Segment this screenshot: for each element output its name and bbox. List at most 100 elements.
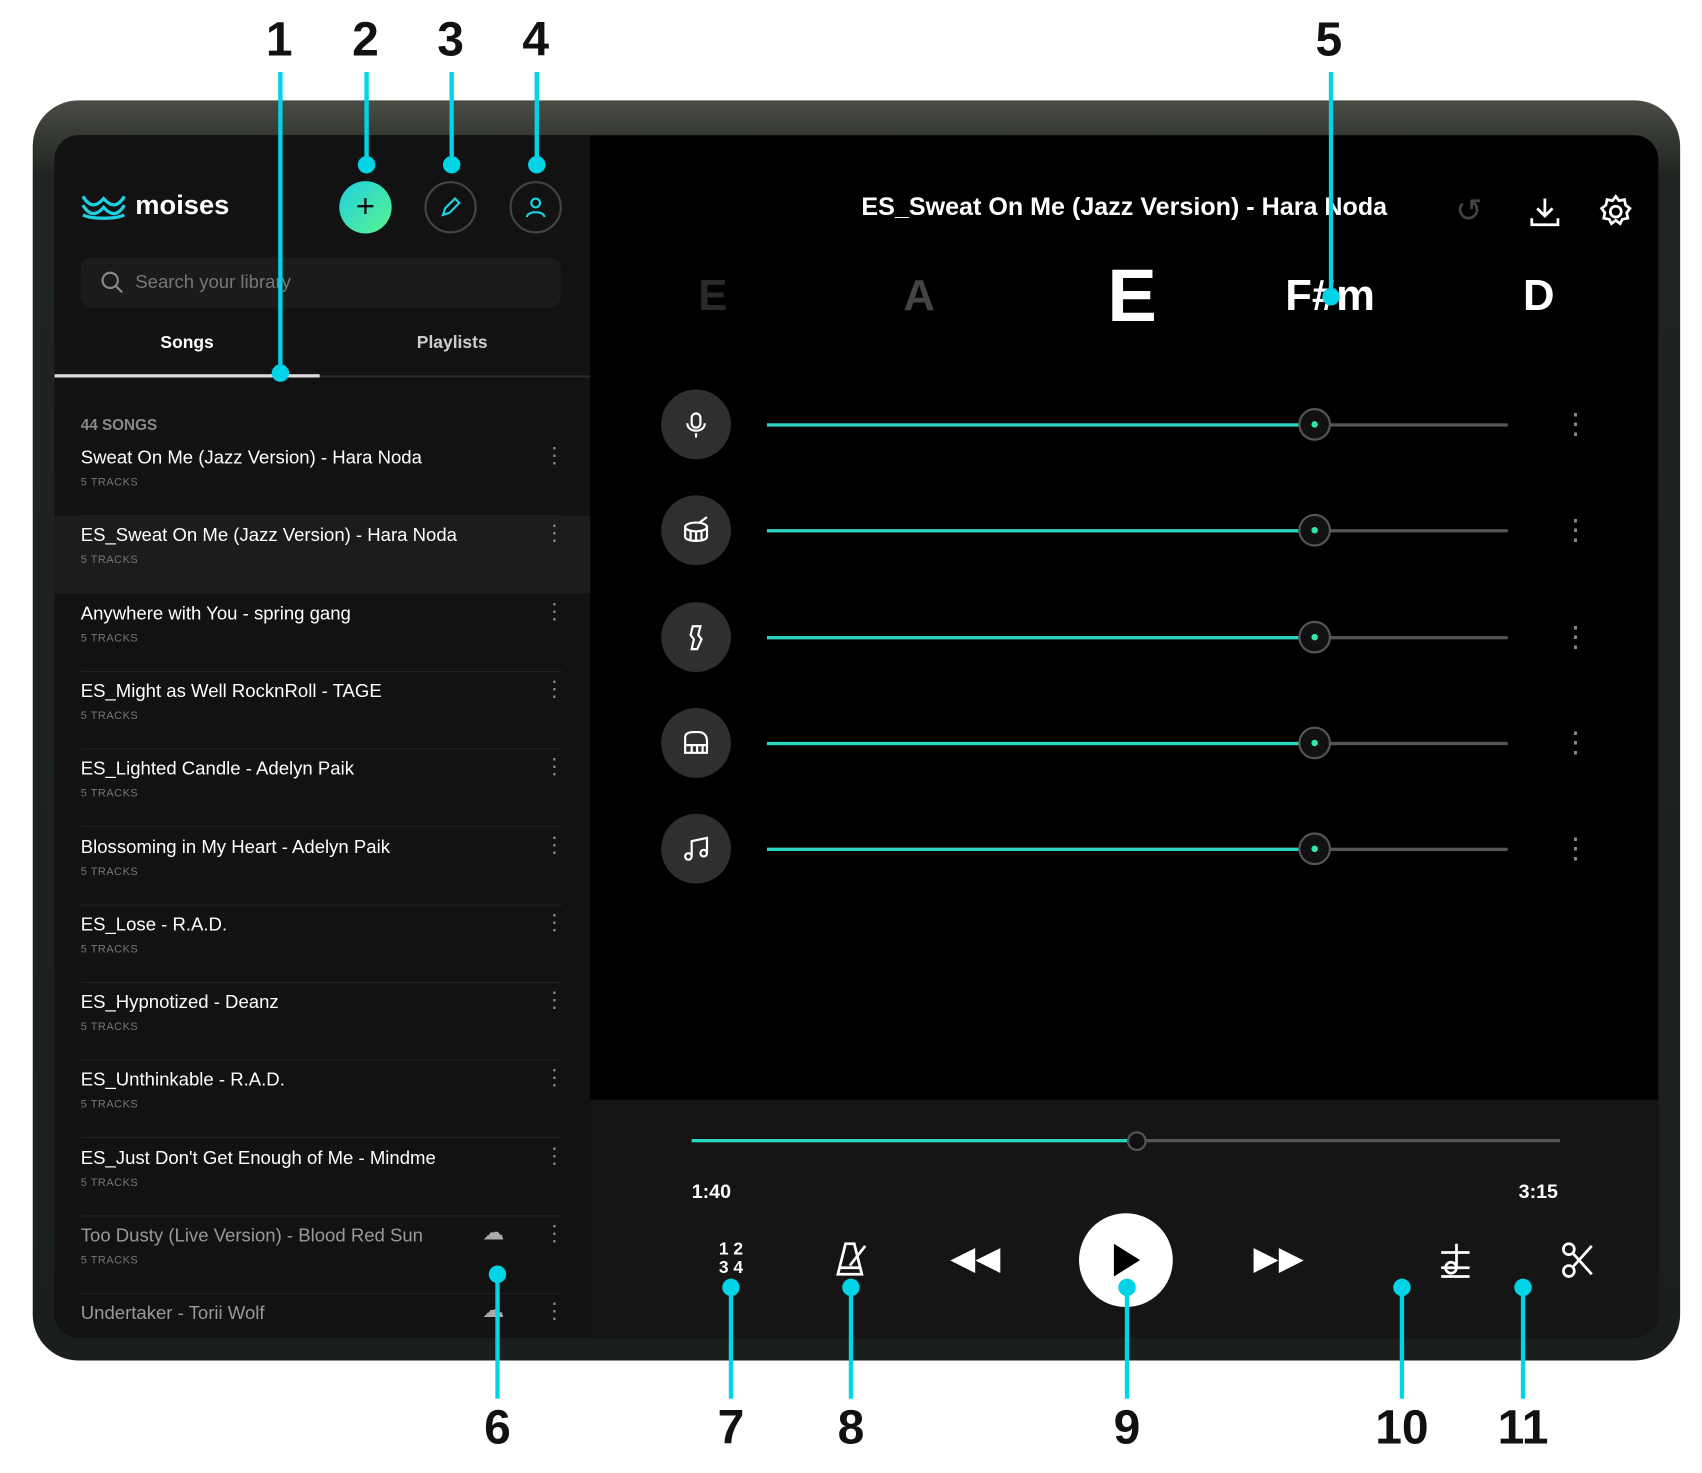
annotation-number: 11 [1497, 1400, 1549, 1455]
annotation-dot [528, 156, 546, 174]
more-options-icon[interactable]: ⋮ [543, 1145, 565, 1167]
song-list-item[interactable]: ES_Just Don't Get Enough of Me - Mindme … [55, 1139, 591, 1217]
edit-button[interactable] [424, 181, 477, 234]
fast-forward-button[interactable]: ▶▶ [1254, 1239, 1304, 1277]
song-list-item[interactable]: ES_Unthinkable - R.A.D. 5 TRACKS ⋮ [55, 1061, 591, 1139]
chord-next: D [1523, 271, 1555, 320]
tab-playlists[interactable]: Playlists [320, 334, 585, 354]
track-instrument-button[interactable] [661, 707, 731, 778]
settings-gear-icon[interactable] [1597, 193, 1634, 230]
song-title: ES_Lighted Candle - Adelyn Paik [80, 758, 354, 780]
annotation-dot [271, 364, 290, 382]
rewind-button[interactable]: ◀◀ [950, 1239, 1000, 1277]
song-title: Blossoming in My Heart - Adelyn Paik [80, 836, 390, 857]
more-options-icon[interactable]: ⋮ [543, 601, 565, 623]
volume-thumb[interactable] [1298, 726, 1332, 760]
progress-thumb[interactable] [1127, 1131, 1148, 1152]
annotation-line [1328, 72, 1334, 297]
music-note-icon [684, 836, 709, 862]
annotation-number: 2 [352, 13, 379, 67]
track-instrument-button[interactable] [661, 814, 731, 884]
track-volume-slider[interactable] [766, 529, 1508, 533]
track-instrument-button[interactable] [661, 601, 731, 672]
count-in-button[interactable]: 1 23 4 [712, 1237, 749, 1281]
more-options-icon[interactable]: ⋮ [543, 678, 565, 700]
more-options-icon[interactable]: ⋮ [543, 523, 565, 545]
song-list-item[interactable]: Sweat On Me (Jazz Version) - Hara Noda 5… [55, 439, 591, 517]
download-icon[interactable] [1527, 194, 1562, 229]
profile-button[interactable] [509, 181, 562, 234]
song-list-item[interactable]: ES_Hypnotized - Deanz 5 TRACKS ⋮ [55, 983, 591, 1061]
undo-icon[interactable]: ↺ [1455, 192, 1482, 230]
annotation-line [495, 1274, 500, 1399]
pencil-icon [441, 197, 461, 217]
volume-thumb[interactable] [1298, 408, 1332, 441]
track-instrument-button[interactable] [661, 495, 731, 566]
more-options-icon[interactable]: ⋮ [543, 990, 565, 1012]
song-list-item[interactable]: ES_Lose - R.A.D. 5 TRACKS ⋮ [55, 905, 591, 983]
annotation-line [364, 72, 369, 164]
track-options-icon[interactable]: ⋮ [1561, 409, 1589, 437]
song-title: ES_Might as Well RocknRoll - TAGE [80, 680, 382, 702]
track-volume-slider[interactable] [766, 741, 1508, 746]
track-count: 5 TRACKS [80, 865, 139, 878]
rewind-icon: ◀◀ [950, 1240, 1001, 1277]
track-options-icon[interactable]: ⋮ [1561, 728, 1589, 756]
track-instrument-button[interactable] [661, 389, 731, 460]
song-list-item[interactable]: ES_Might as Well RocknRoll - TAGE 5 TRAC… [55, 672, 591, 750]
song-list-item[interactable]: Blossoming in My Heart - Adelyn Paik 5 T… [55, 828, 591, 905]
more-options-icon[interactable]: ⋮ [543, 445, 565, 467]
track-options-icon[interactable]: ⋮ [1561, 621, 1589, 649]
song-list-item[interactable]: Anywhere with You - spring gang 5 TRACKS… [55, 594, 591, 672]
song-title: ES_Sweat On Me (Jazz Version) - Hara Nod… [861, 192, 1388, 221]
duration: 3:15 [1518, 1180, 1558, 1203]
track-count: 5 TRACKS [80, 632, 139, 645]
song-title: ES_Lose - R.A.D. [80, 914, 228, 935]
annotation-number: 3 [437, 13, 464, 67]
volume-fill [766, 423, 1316, 427]
metronome-icon[interactable] [835, 1239, 870, 1278]
current-time: 1:40 [691, 1180, 732, 1203]
chord-previous: E [698, 271, 728, 320]
pitch-icon[interactable] [1437, 1242, 1474, 1281]
cloud-download-icon[interactable]: ☁ [482, 1296, 504, 1323]
more-options-icon[interactable]: ⋮ [543, 912, 565, 934]
search-placeholder: Search your library [135, 271, 291, 293]
count-in-icon: 1 23 4 [718, 1240, 744, 1278]
track-count: 5 TRACKS [80, 1254, 139, 1267]
annotation-line [449, 72, 454, 164]
track-volume-slider[interactable] [766, 423, 1508, 427]
track-options-icon[interactable]: ⋮ [1561, 515, 1589, 543]
more-options-icon[interactable]: ⋮ [543, 1067, 565, 1089]
volume-thumb[interactable] [1298, 620, 1332, 654]
song-list-item[interactable]: ES_Lighted Candle - Adelyn Paik 5 TRACKS… [55, 750, 591, 828]
annotation-dot [1118, 1278, 1136, 1297]
track-count: 5 TRACKS [80, 1099, 139, 1112]
volume-thumb[interactable] [1298, 832, 1332, 866]
more-options-icon[interactable]: ⋮ [543, 756, 565, 778]
annotation-dot [1514, 1278, 1532, 1297]
volume-thumb[interactable] [1298, 514, 1332, 547]
annotation-number: 1 [265, 13, 293, 67]
track-options-icon[interactable]: ⋮ [1561, 834, 1589, 862]
song-title: Sweat On Me (Jazz Version) - Hara Noda [80, 447, 422, 469]
song-title: ES_Hypnotized - Deanz [80, 991, 279, 1013]
more-options-icon[interactable]: ⋮ [543, 1223, 565, 1245]
song-list-item[interactable]: ES_Sweat On Me (Jazz Version) - Hara Nod… [54, 516, 591, 594]
song-list-item[interactable]: Too Dusty (Live Version) - Blood Red Sun… [55, 1216, 591, 1294]
scissors-trim-icon[interactable] [1561, 1242, 1594, 1279]
progress-slider[interactable] [691, 1139, 1561, 1143]
annotation-dot [842, 1278, 860, 1297]
track-volume-slider[interactable] [766, 847, 1508, 852]
search-input[interactable]: Search your library [80, 257, 561, 308]
more-options-icon[interactable]: ⋮ [543, 834, 565, 856]
track-volume-slider[interactable] [766, 635, 1508, 639]
song-list-item[interactable]: Undertaker - Torii Wolf ☁ ⋮ [55, 1294, 591, 1337]
annotation-number: 5 [1315, 13, 1343, 67]
song-title: Anywhere with You - spring gang [80, 602, 351, 624]
cloud-download-icon[interactable]: ☁ [482, 1219, 504, 1246]
plus-icon: + [355, 188, 376, 225]
brand-name: moises [135, 189, 230, 221]
add-song-button[interactable]: + [339, 181, 392, 234]
more-options-icon[interactable]: ⋮ [543, 1301, 565, 1323]
